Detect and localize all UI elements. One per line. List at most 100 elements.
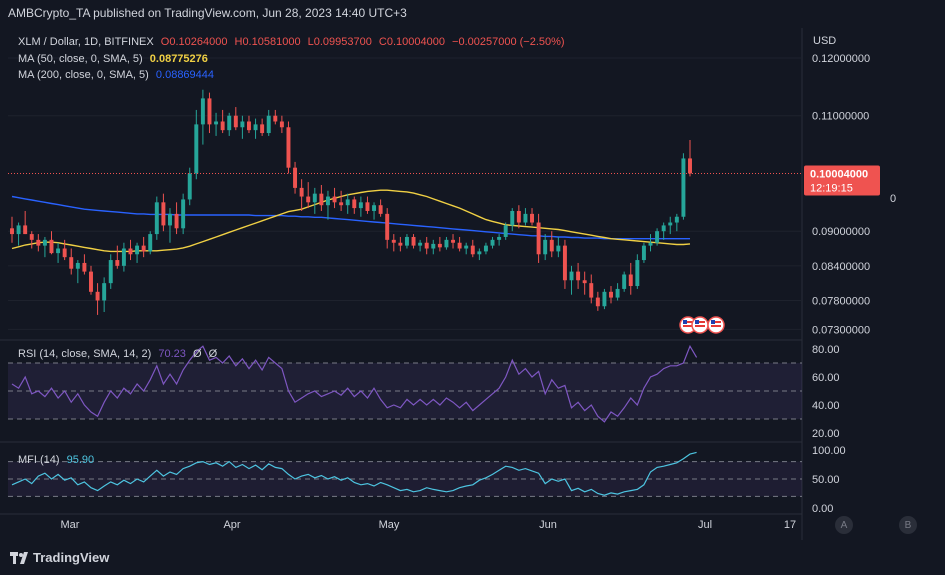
candle-72	[483, 242, 488, 255]
candle-15	[108, 254, 113, 289]
candle-body	[299, 187, 304, 197]
flag-canton	[711, 320, 715, 324]
candle-9	[69, 248, 74, 275]
candle-55	[372, 202, 377, 220]
candle-body	[174, 213, 179, 229]
candle-79	[530, 208, 534, 226]
candle-19	[135, 242, 140, 263]
auto-scale-button[interactable]: A	[835, 516, 853, 534]
candle-53	[358, 196, 363, 217]
time-tick-label: Apr	[223, 519, 240, 531]
candle-body	[10, 228, 14, 235]
rsi-tick-label: 80.00	[812, 344, 840, 356]
ohlc-change: −0.00257000 (−2.50%)	[452, 36, 565, 48]
candle-body	[95, 291, 100, 301]
candle-body	[345, 199, 350, 206]
candle-body	[75, 262, 80, 269]
candle-body	[194, 124, 199, 174]
log-scale-button[interactable]: B	[899, 516, 917, 534]
candle-body	[536, 222, 541, 255]
axes: 0.12000000 0.11000000 0.09000000 0.08400000…	[61, 53, 871, 531]
candle-body	[569, 271, 574, 281]
candle-5	[42, 236, 47, 258]
candle-body	[556, 245, 561, 252]
candle-body	[470, 245, 475, 255]
candle-body	[207, 98, 212, 125]
candle-body	[187, 173, 192, 200]
candle-35	[240, 115, 245, 139]
pane-backgrounds	[8, 362, 802, 497]
candle-body	[490, 239, 495, 246]
candle-12	[89, 265, 93, 295]
ma200-value: 0.08869444	[155, 69, 215, 81]
price-tick-label: 0.11000000	[812, 111, 869, 123]
candle-56	[378, 199, 383, 217]
currency-label: USD	[813, 35, 837, 47]
ma200-line	[11, 195, 690, 240]
candle-body	[628, 274, 633, 287]
rsi-tick-label: 20.00	[812, 428, 840, 440]
candle-body	[352, 199, 357, 209]
candle-body	[339, 202, 344, 206]
right-side-value: 0	[890, 193, 897, 205]
candle-33	[227, 112, 232, 136]
candle-92	[615, 283, 620, 301]
candle-body	[424, 242, 429, 249]
candle-body	[510, 210, 515, 226]
rsi-legend: RSI (14, close, SMA, 14, 2) 70.23 Ø Ø	[18, 348, 221, 360]
candle-body	[233, 115, 238, 128]
candle-45	[306, 182, 311, 209]
candle-body	[378, 205, 383, 214]
candle-50	[339, 190, 344, 211]
candle-64	[431, 239, 436, 255]
time-tick-label: Mar	[61, 519, 80, 531]
candle-body	[279, 121, 284, 128]
candle-body	[286, 127, 291, 168]
candle-body	[266, 115, 271, 134]
candle-body	[661, 225, 666, 232]
candle-22	[154, 196, 159, 240]
candle-81	[543, 234, 548, 261]
candle-body	[16, 225, 21, 235]
ma200-label: MA (200, close, 0, SMA, 5)	[18, 69, 149, 81]
candle-78	[523, 208, 528, 226]
candle-101	[674, 213, 679, 232]
candle-body	[576, 271, 581, 281]
candle-10	[75, 260, 80, 284]
ohlc-high: H0.10581000	[234, 36, 301, 48]
candle-73	[490, 236, 495, 249]
ohlc-low: L0.09953700	[307, 36, 372, 48]
candle-body	[641, 245, 646, 261]
flag-canton	[695, 320, 699, 324]
mfi-label: MFI (14)	[18, 454, 60, 466]
candle-14	[102, 277, 107, 313]
candle-body	[483, 245, 488, 252]
candle-58	[391, 234, 396, 252]
candle-body	[530, 213, 534, 223]
candle-body	[128, 248, 133, 255]
us-flag-icon	[691, 316, 709, 334]
candle-body	[451, 239, 456, 243]
candle-body	[306, 196, 311, 203]
candle-body	[372, 205, 377, 211]
candle-body	[227, 115, 232, 131]
price-tick-label: 0.09000000	[812, 226, 870, 238]
candle-7	[56, 242, 61, 263]
candle-49	[332, 187, 337, 209]
candle-body	[523, 213, 528, 223]
candle-62	[418, 239, 423, 252]
candle-83	[556, 236, 561, 258]
price-tick-label: 0.12000000	[812, 53, 870, 65]
rsi-extra-1: Ø	[192, 348, 202, 360]
candle-47	[319, 185, 324, 211]
candle-body	[549, 239, 554, 252]
candle-body	[418, 242, 423, 246]
candle-102	[681, 153, 686, 220]
tradingview-footer: TradingView	[10, 550, 109, 565]
candle-body	[260, 124, 265, 134]
chart-canvas[interactable]: 0.1000400012:19:15 0.120000000.110000000…	[0, 0, 945, 575]
candle-17	[121, 242, 126, 272]
candle-body	[391, 239, 396, 243]
candle-body	[36, 239, 41, 246]
candle-body	[56, 248, 61, 254]
